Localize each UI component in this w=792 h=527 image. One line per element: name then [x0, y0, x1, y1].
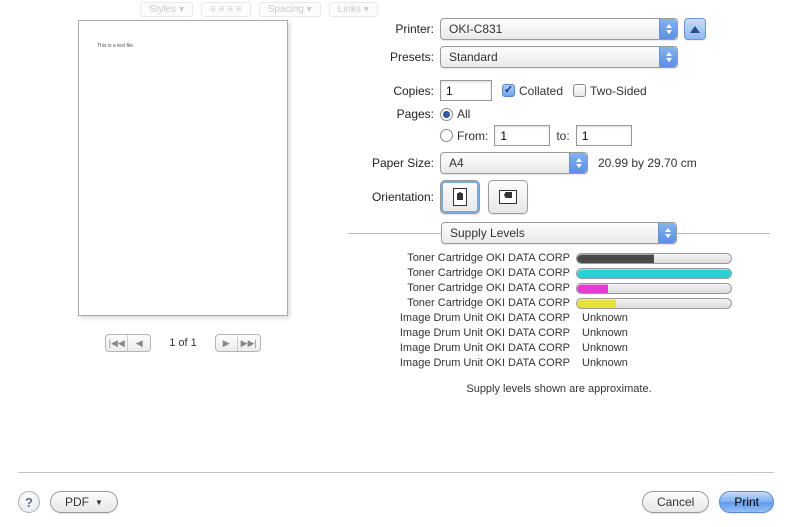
landscape-icon: [499, 190, 517, 204]
supply-fill: [577, 254, 654, 263]
pager-first-button[interactable]: |◀◀: [106, 335, 128, 351]
pages-all-radio[interactable]: [440, 108, 453, 121]
presets-label: Presets:: [358, 50, 440, 64]
supply-fill: [577, 284, 608, 293]
supply-row: Toner Cartridge OKI DATA CORP: [358, 267, 760, 279]
pdf-label: PDF: [65, 495, 89, 509]
supply-bar: [576, 298, 732, 309]
pdf-menu-button[interactable]: PDF ▼: [50, 491, 118, 513]
supply-label: Toner Cartridge OKI DATA CORP: [358, 282, 576, 294]
print-dialog: Styles ▾ ≡ ≡ ≡ ≡ Spacing ▾ Links ▾ This …: [0, 0, 792, 527]
supply-row: Toner Cartridge OKI DATA CORP: [358, 282, 760, 294]
papersize-dimensions: 20.99 by 29.70 cm: [598, 156, 697, 170]
form-pane: Printer: OKI-C831 Presets: Standard Copi…: [358, 18, 760, 395]
presets-select[interactable]: Standard: [440, 46, 678, 68]
pages-to-label: to:: [556, 129, 569, 143]
presets-value: Standard: [449, 50, 498, 64]
section-value: Supply Levels: [450, 226, 525, 240]
supply-label: Toner Cartridge OKI DATA CORP: [358, 297, 576, 309]
supply-label: Image Drum Unit OKI DATA CORP: [358, 357, 576, 369]
twosided-checkbox[interactable]: [573, 84, 586, 97]
supply-label: Toner Cartridge OKI DATA CORP: [358, 252, 576, 264]
pager: |◀◀ ◀ 1 of 1 ▶ ▶▶|: [78, 334, 288, 352]
supply-bar: [576, 253, 732, 264]
preview-pane: This is a test file. |◀◀ ◀ 1 of 1 ▶ ▶▶|: [78, 20, 288, 352]
supply-row: Toner Cartridge OKI DATA CORP: [358, 297, 760, 309]
supply-bar: [576, 268, 732, 279]
supply-row: Image Drum Unit OKI DATA CORPUnknown: [358, 342, 760, 354]
pages-all-label: All: [457, 107, 470, 121]
pages-all-option[interactable]: All: [440, 107, 470, 121]
supply-row: Image Drum Unit OKI DATA CORPUnknown: [358, 312, 760, 324]
chevron-updown-icon: [659, 19, 677, 39]
cancel-label: Cancel: [657, 495, 694, 509]
papersize-value: A4: [449, 156, 464, 170]
pages-from-input[interactable]: [494, 125, 550, 146]
triangle-up-icon: [690, 26, 700, 33]
collated-checkbox[interactable]: [502, 84, 515, 97]
chevron-updown-icon: [659, 47, 677, 67]
collated-option[interactable]: Collated: [502, 84, 563, 98]
background-toolbar: Styles ▾ ≡ ≡ ≡ ≡ Spacing ▾ Links ▾: [140, 0, 652, 18]
print-button[interactable]: Print: [719, 491, 774, 513]
orientation-label: Orientation:: [358, 190, 440, 204]
printer-select[interactable]: OKI-C831: [440, 18, 678, 40]
chevron-updown-icon: [658, 223, 676, 243]
chevron-down-icon: ▼: [95, 498, 103, 507]
footer: ? PDF ▼ Cancel Print: [18, 491, 774, 513]
supply-status-text: Unknown: [576, 342, 628, 354]
collated-label: Collated: [519, 84, 563, 98]
supply-status-text: Unknown: [576, 327, 628, 339]
pages-from-radio[interactable]: [440, 129, 453, 142]
supply-label: Image Drum Unit OKI DATA CORP: [358, 312, 576, 324]
chevron-updown-icon: [569, 153, 587, 173]
pager-position: 1 of 1: [159, 337, 207, 349]
supply-bar: [576, 283, 732, 294]
supply-status-text: Unknown: [576, 312, 628, 324]
supply-row: Image Drum Unit OKI DATA CORPUnknown: [358, 327, 760, 339]
portrait-icon: [453, 188, 467, 206]
twosided-option[interactable]: Two-Sided: [573, 84, 647, 98]
section-select[interactable]: Supply Levels: [441, 222, 677, 244]
cancel-button[interactable]: Cancel: [642, 491, 709, 513]
pages-label: Pages:: [358, 107, 440, 121]
pager-prev-group: |◀◀ ◀: [105, 334, 151, 352]
papersize-label: Paper Size:: [358, 156, 440, 170]
papersize-select[interactable]: A4: [440, 152, 588, 174]
pager-last-button[interactable]: ▶▶|: [238, 335, 260, 351]
preview-page: This is a test file.: [78, 20, 288, 316]
pages-from-option[interactable]: From:: [440, 129, 488, 143]
pager-next-button[interactable]: ▶: [216, 335, 238, 351]
twosided-label: Two-Sided: [590, 84, 647, 98]
orientation-landscape-button[interactable]: [488, 180, 528, 214]
supply-status-text: Unknown: [576, 357, 628, 369]
supply-label: Image Drum Unit OKI DATA CORP: [358, 327, 576, 339]
supply-list: Toner Cartridge OKI DATA CORP Toner Cartr…: [358, 252, 760, 369]
collapse-button[interactable]: [684, 18, 706, 40]
supply-fill: [577, 299, 616, 308]
supply-row: Toner Cartridge OKI DATA CORP: [358, 252, 760, 264]
supply-label: Image Drum Unit OKI DATA CORP: [358, 342, 576, 354]
supply-footnote: Supply levels shown are approximate.: [358, 383, 760, 395]
copies-label: Copies:: [358, 84, 440, 98]
supply-label: Toner Cartridge OKI DATA CORP: [358, 267, 576, 279]
section-divider: Supply Levels: [348, 222, 770, 244]
print-label: Print: [734, 495, 759, 509]
orientation-portrait-button[interactable]: [440, 180, 480, 214]
pages-to-input[interactable]: [576, 125, 632, 146]
preview-sample-text: This is a test file.: [97, 43, 134, 49]
pager-prev-button[interactable]: ◀: [128, 335, 150, 351]
copies-input[interactable]: [440, 80, 492, 101]
help-button[interactable]: ?: [18, 491, 40, 513]
supply-row: Image Drum Unit OKI DATA CORPUnknown: [358, 357, 760, 369]
footer-separator: [18, 472, 774, 473]
printer-value: OKI-C831: [449, 22, 502, 36]
pager-next-group: ▶ ▶▶|: [215, 334, 261, 352]
supply-fill: [577, 269, 731, 278]
pages-from-label: From:: [457, 129, 488, 143]
printer-label: Printer:: [358, 22, 440, 36]
